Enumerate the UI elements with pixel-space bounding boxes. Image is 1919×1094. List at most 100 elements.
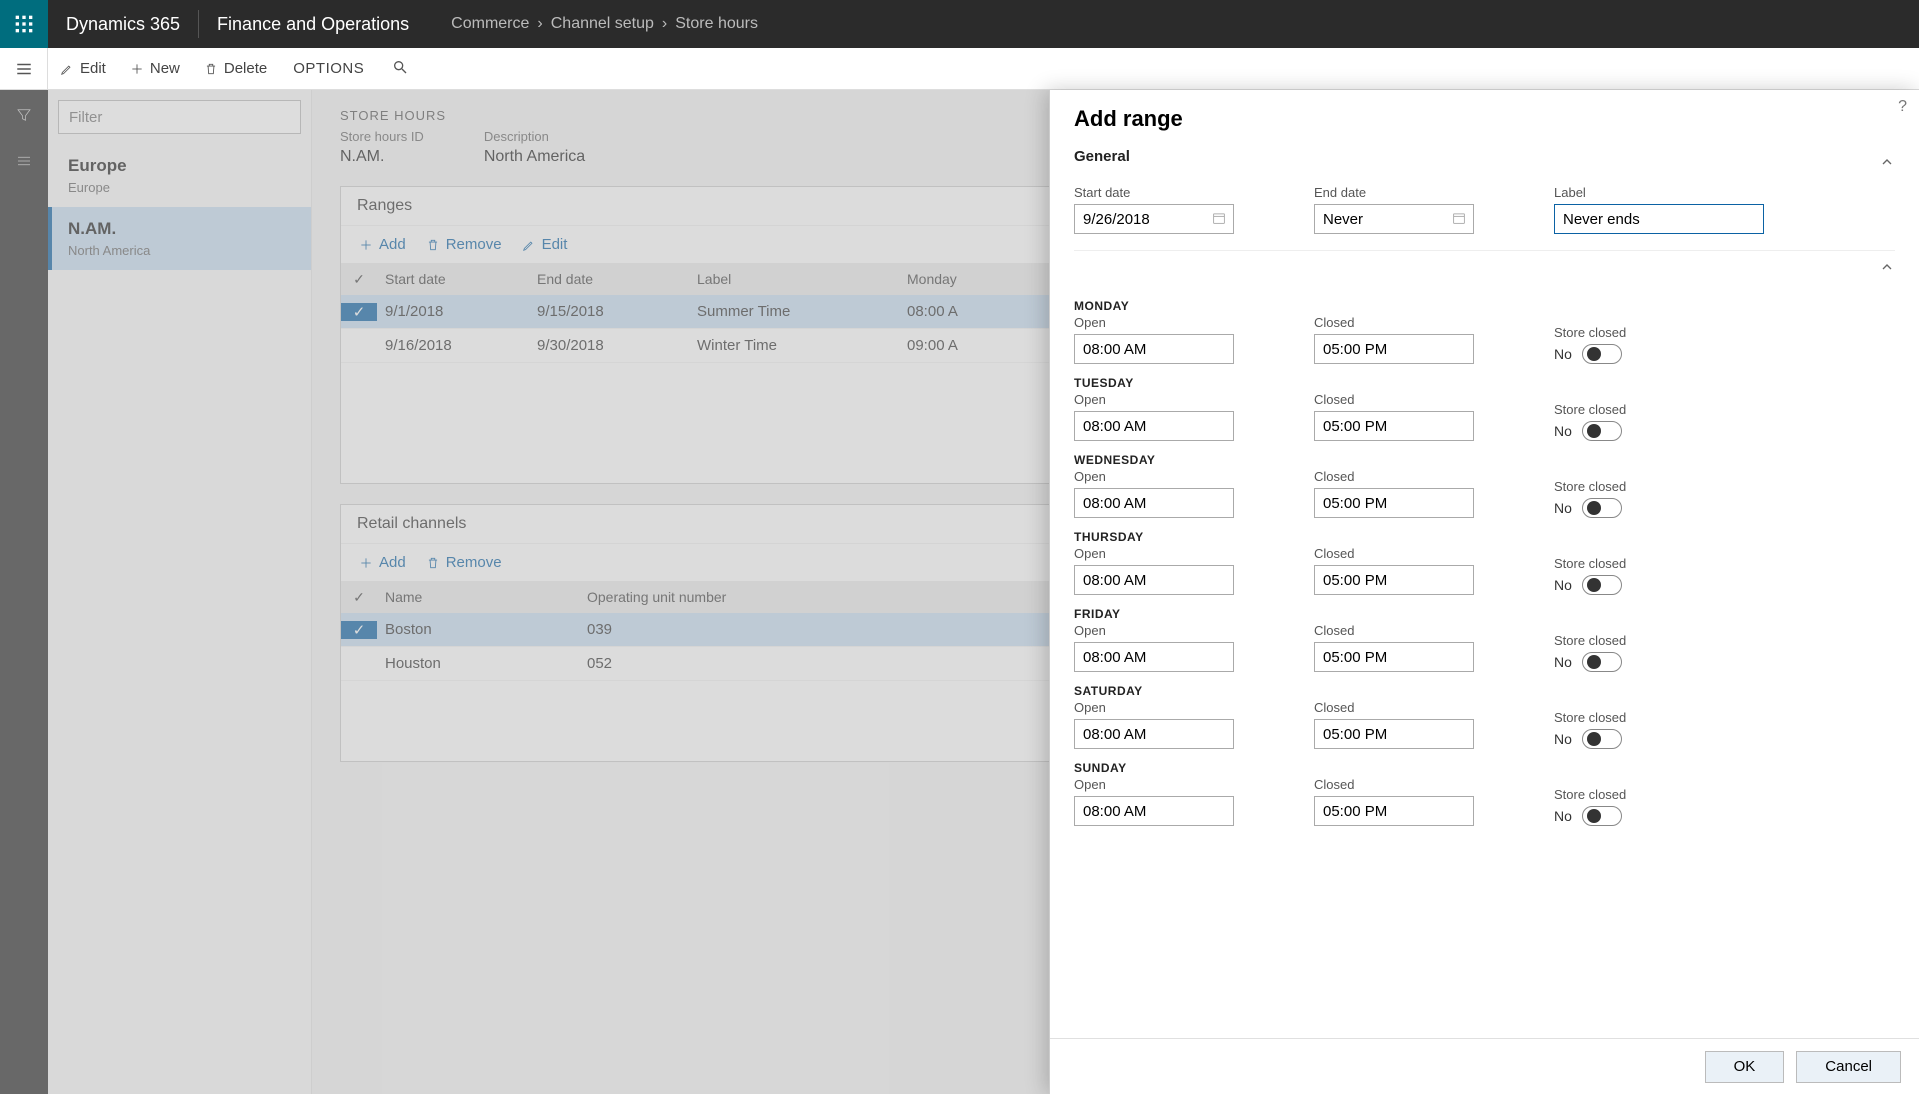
cell-label: Summer Time (697, 303, 907, 320)
close-time-input[interactable] (1314, 488, 1474, 518)
open-time-input[interactable] (1074, 719, 1234, 749)
day-block: WEDNESDAY Open Closed Store closed No (1074, 453, 1895, 518)
toggle-value: No (1554, 654, 1572, 670)
end-date-input[interactable] (1314, 204, 1474, 234)
row-check[interactable]: ✓ (341, 303, 377, 321)
trash-icon (426, 238, 440, 252)
list-icon[interactable] (15, 152, 33, 170)
col-end[interactable]: End date (537, 271, 697, 287)
store-closed-toggle[interactable] (1582, 729, 1622, 749)
store-closed-label: Store closed (1554, 633, 1626, 648)
general-label: General (1074, 148, 1130, 165)
day-block: TUESDAY Open Closed Store closed No (1074, 376, 1895, 441)
breadcrumb: Commerce› Channel setup› Store hours (427, 15, 758, 33)
close-time-input[interactable] (1314, 411, 1474, 441)
store-closed-label: Store closed (1554, 402, 1626, 417)
cell-label: Winter Time (697, 337, 907, 354)
col-monday[interactable]: Monday (907, 271, 1047, 287)
chevron-up-icon[interactable] (1879, 154, 1895, 170)
new-label: New (150, 60, 180, 77)
new-button[interactable]: New (118, 48, 192, 89)
desc-label: Description (484, 129, 585, 144)
col-unit[interactable]: Operating unit number (587, 589, 787, 605)
store-closed-toggle[interactable] (1582, 806, 1622, 826)
close-time-input[interactable] (1314, 565, 1474, 595)
open-time-input[interactable] (1074, 565, 1234, 595)
action-bar: Edit New Delete OPTIONS (0, 48, 1919, 90)
calendar-icon[interactable] (1212, 211, 1226, 225)
end-date-label: End date (1314, 185, 1474, 200)
ranges-add-button[interactable]: Add (351, 232, 414, 257)
start-date-input[interactable] (1074, 204, 1234, 234)
crumb-0[interactable]: Commerce (451, 15, 529, 33)
open-time-input[interactable] (1074, 411, 1234, 441)
cell-monday: 09:00 A (907, 337, 1047, 354)
filter-input[interactable] (58, 100, 301, 134)
app-topbar: Dynamics 365 Finance and Operations Comm… (0, 0, 1919, 48)
day-block: MONDAY Open Closed Store closed No (1074, 299, 1895, 364)
closed-label: Closed (1314, 700, 1474, 715)
channels-remove-button[interactable]: Remove (418, 550, 510, 575)
close-time-input[interactable] (1314, 719, 1474, 749)
grid-icon (14, 14, 34, 34)
store-closed-toggle[interactable] (1582, 344, 1622, 364)
label-label: Label (1554, 185, 1764, 200)
store-closed-label: Store closed (1554, 479, 1626, 494)
delete-button[interactable]: Delete (192, 48, 279, 89)
open-time-input[interactable] (1074, 488, 1234, 518)
nav-item-title: N.AM. (68, 219, 295, 239)
open-time-input[interactable] (1074, 796, 1234, 826)
edit-button[interactable]: Edit (48, 48, 118, 89)
day-block: SUNDAY Open Closed Store closed No (1074, 761, 1895, 826)
col-name[interactable]: Name (377, 589, 587, 605)
store-closed-label: Store closed (1554, 325, 1626, 340)
col-start[interactable]: Start date (377, 271, 537, 287)
store-closed-toggle[interactable] (1582, 421, 1622, 441)
close-time-input[interactable] (1314, 642, 1474, 672)
id-value: N.AM. (340, 148, 424, 166)
close-time-input[interactable] (1314, 334, 1474, 364)
row-check[interactable]: ✓ (341, 621, 377, 639)
options-button[interactable]: OPTIONS (279, 60, 378, 77)
close-time-input[interactable] (1314, 796, 1474, 826)
calendar-icon[interactable] (1452, 211, 1466, 225)
search-button[interactable] (378, 59, 422, 79)
crumb-2[interactable]: Store hours (675, 15, 758, 33)
cell-start: 9/16/2018 (377, 337, 537, 354)
crumb-1[interactable]: Channel setup (551, 15, 654, 33)
label-input[interactable] (1554, 204, 1764, 234)
closed-label: Closed (1314, 469, 1474, 484)
waffle-button[interactable] (0, 0, 48, 48)
ranges-edit-button[interactable]: Edit (514, 232, 576, 257)
open-time-input[interactable] (1074, 334, 1234, 364)
col-label[interactable]: Label (697, 271, 907, 287)
nav-item-sub: Europe (68, 180, 295, 195)
closed-label: Closed (1314, 392, 1474, 407)
nav-item[interactable]: N.AM. North America (48, 207, 311, 270)
ranges-remove-button[interactable]: Remove (418, 232, 510, 257)
store-closed-toggle[interactable] (1582, 575, 1622, 595)
toggle-value: No (1554, 346, 1572, 362)
open-label: Open (1074, 469, 1234, 484)
help-icon[interactable]: ? (1898, 98, 1907, 116)
store-closed-toggle[interactable] (1582, 652, 1622, 672)
nav-item[interactable]: EuropeEurope (48, 144, 311, 207)
edit-label: Edit (80, 60, 106, 77)
ok-button[interactable]: OK (1705, 1051, 1785, 1083)
cell-unit: 039 (587, 621, 787, 638)
cancel-button[interactable]: Cancel (1796, 1051, 1901, 1083)
chevron-up-icon[interactable] (1879, 259, 1895, 275)
open-time-input[interactable] (1074, 642, 1234, 672)
cell-start: 9/1/2018 (377, 303, 537, 320)
closed-label: Closed (1314, 777, 1474, 792)
nav-item-sub: North America (68, 243, 295, 258)
store-closed-toggle[interactable] (1582, 498, 1622, 518)
funnel-icon[interactable] (15, 106, 33, 124)
plus-icon (359, 556, 373, 570)
add-label: Add (379, 554, 406, 571)
channels-add-button[interactable]: Add (351, 550, 414, 575)
toggle-value: No (1554, 808, 1572, 824)
menu-icon (15, 60, 33, 78)
open-label: Open (1074, 392, 1234, 407)
hamburger-button[interactable] (0, 48, 48, 90)
